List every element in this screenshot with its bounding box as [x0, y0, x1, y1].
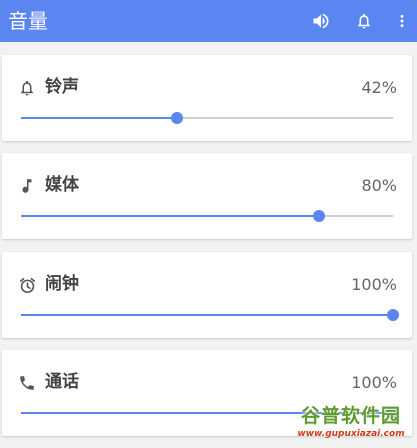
more-vert-icon: [400, 14, 404, 28]
card-value: 100%: [351, 275, 397, 294]
ringtone-volume-slider[interactable]: [21, 110, 393, 126]
card-label: 闹钟: [45, 274, 79, 294]
app-bar: 音量: [0, 0, 417, 42]
volume-card-media: 媒体 80%: [2, 153, 412, 239]
bell-outline-icon: [16, 77, 38, 99]
alarm-clock-icon: [16, 274, 38, 296]
slider-thumb[interactable]: [387, 309, 399, 321]
site-watermark: 谷普软件园 www.gupuxiazai.com: [287, 404, 415, 444]
card-value: 100%: [351, 373, 397, 392]
notification-button[interactable]: [349, 6, 379, 36]
more-options-button[interactable]: [387, 6, 417, 36]
watermark-url: www.gupuxiazai.com: [297, 429, 405, 439]
music-note-icon: [16, 175, 38, 197]
card-value: 80%: [361, 176, 397, 195]
volume-card-alarm: 闹钟 100%: [2, 252, 412, 338]
slider-fill: [21, 117, 178, 119]
slider-fill: [21, 314, 393, 316]
slider-thumb[interactable]: [312, 210, 325, 222]
volume-card-ringtone: 铃声 42%: [2, 55, 412, 141]
card-label: 铃声: [45, 77, 79, 97]
watermark-title: 谷普软件园: [300, 405, 401, 427]
slider-fill: [21, 215, 319, 217]
volume-icon: [313, 13, 329, 29]
card-label: 媒体: [45, 175, 79, 195]
phone-icon: [16, 372, 38, 394]
media-volume-slider[interactable]: [21, 208, 393, 224]
card-label: 通话: [45, 372, 79, 392]
bell-icon: [358, 13, 370, 29]
volume-button[interactable]: [306, 6, 336, 36]
page-title: 音量: [8, 9, 48, 33]
slider-thumb[interactable]: [171, 112, 184, 124]
alarm-volume-slider[interactable]: [21, 307, 399, 323]
card-value: 42%: [361, 78, 397, 97]
